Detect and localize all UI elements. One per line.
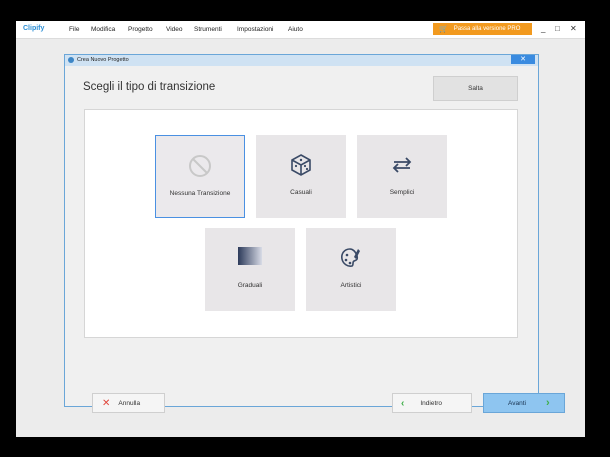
cancel-button[interactable]: ✕ Annulla [92, 393, 165, 413]
back-label: Indietro [420, 399, 443, 407]
option-none[interactable]: Nessuna Transizione [155, 135, 245, 218]
menu-progetto[interactable]: Progetto [128, 26, 153, 33]
menu-bar: Clipify File Modifica Progetto Video Str… [16, 21, 585, 39]
dialog-title: Crea Nuovo Progetto [77, 57, 129, 63]
upgrade-pro-button[interactable]: 🛒 Passa alla versione PRO [433, 23, 532, 35]
transition-options-panel: Nessuna Transizione Casuali Semplici Gra… [84, 109, 518, 338]
maximize-button[interactable]: □ [555, 24, 560, 33]
menu-aiuto[interactable]: Aiuto [288, 26, 303, 33]
app-window: Clipify File Modifica Progetto Video Str… [16, 21, 585, 437]
cart-icon: 🛒 [439, 26, 448, 33]
dice-icon [256, 153, 346, 177]
app-logo: Clipify [23, 25, 45, 32]
next-button[interactable]: Avanti › [483, 393, 565, 413]
page-title: Scegli il tipo di transizione [83, 81, 216, 93]
menu-modifica[interactable]: Modifica [91, 26, 115, 33]
close-button[interactable]: ✕ [570, 24, 577, 33]
palette-icon [306, 246, 396, 270]
option-gradual[interactable]: Graduali [205, 228, 295, 311]
cancel-label: Annulla [118, 399, 141, 407]
option-artistic[interactable]: Artistici [306, 228, 396, 311]
option-label: Graduali [237, 282, 263, 289]
swap-arrows-icon [357, 153, 447, 177]
option-simple[interactable]: Semplici [357, 135, 447, 218]
option-label: Casuali [290, 189, 312, 196]
menu-file[interactable]: File [69, 26, 79, 33]
no-transition-icon [156, 154, 244, 178]
chevron-left-icon: ‹ [401, 397, 405, 409]
new-project-dialog: Crea Nuovo Progetto ✕ Scegli il tipo di … [64, 54, 565, 413]
back-button[interactable]: ‹ Indietro [392, 393, 472, 413]
option-label: Artistici [340, 282, 362, 289]
menu-impostazioni[interactable]: Impostazioni [237, 26, 274, 33]
chevron-right-icon: › [545, 397, 550, 409]
upgrade-pro-label: Passa alla versione PRO [453, 26, 521, 32]
skip-button[interactable]: Salta [433, 76, 518, 101]
option-random[interactable]: Casuali [256, 135, 346, 218]
option-label: Semplici [389, 189, 415, 196]
minimize-button[interactable]: _ [541, 24, 545, 33]
dialog-titlebar: Crea Nuovo Progetto ✕ [65, 55, 538, 66]
app-icon [68, 57, 74, 63]
next-label: Avanti [508, 399, 526, 407]
close-icon: ✕ [102, 397, 111, 409]
menu-video[interactable]: Video [166, 26, 183, 33]
dialog-close-button[interactable]: ✕ [511, 55, 535, 64]
option-label: Nessuna Transizione [169, 190, 231, 197]
gradient-icon [205, 246, 295, 266]
menu-strumenti[interactable]: Strumenti [194, 26, 222, 33]
